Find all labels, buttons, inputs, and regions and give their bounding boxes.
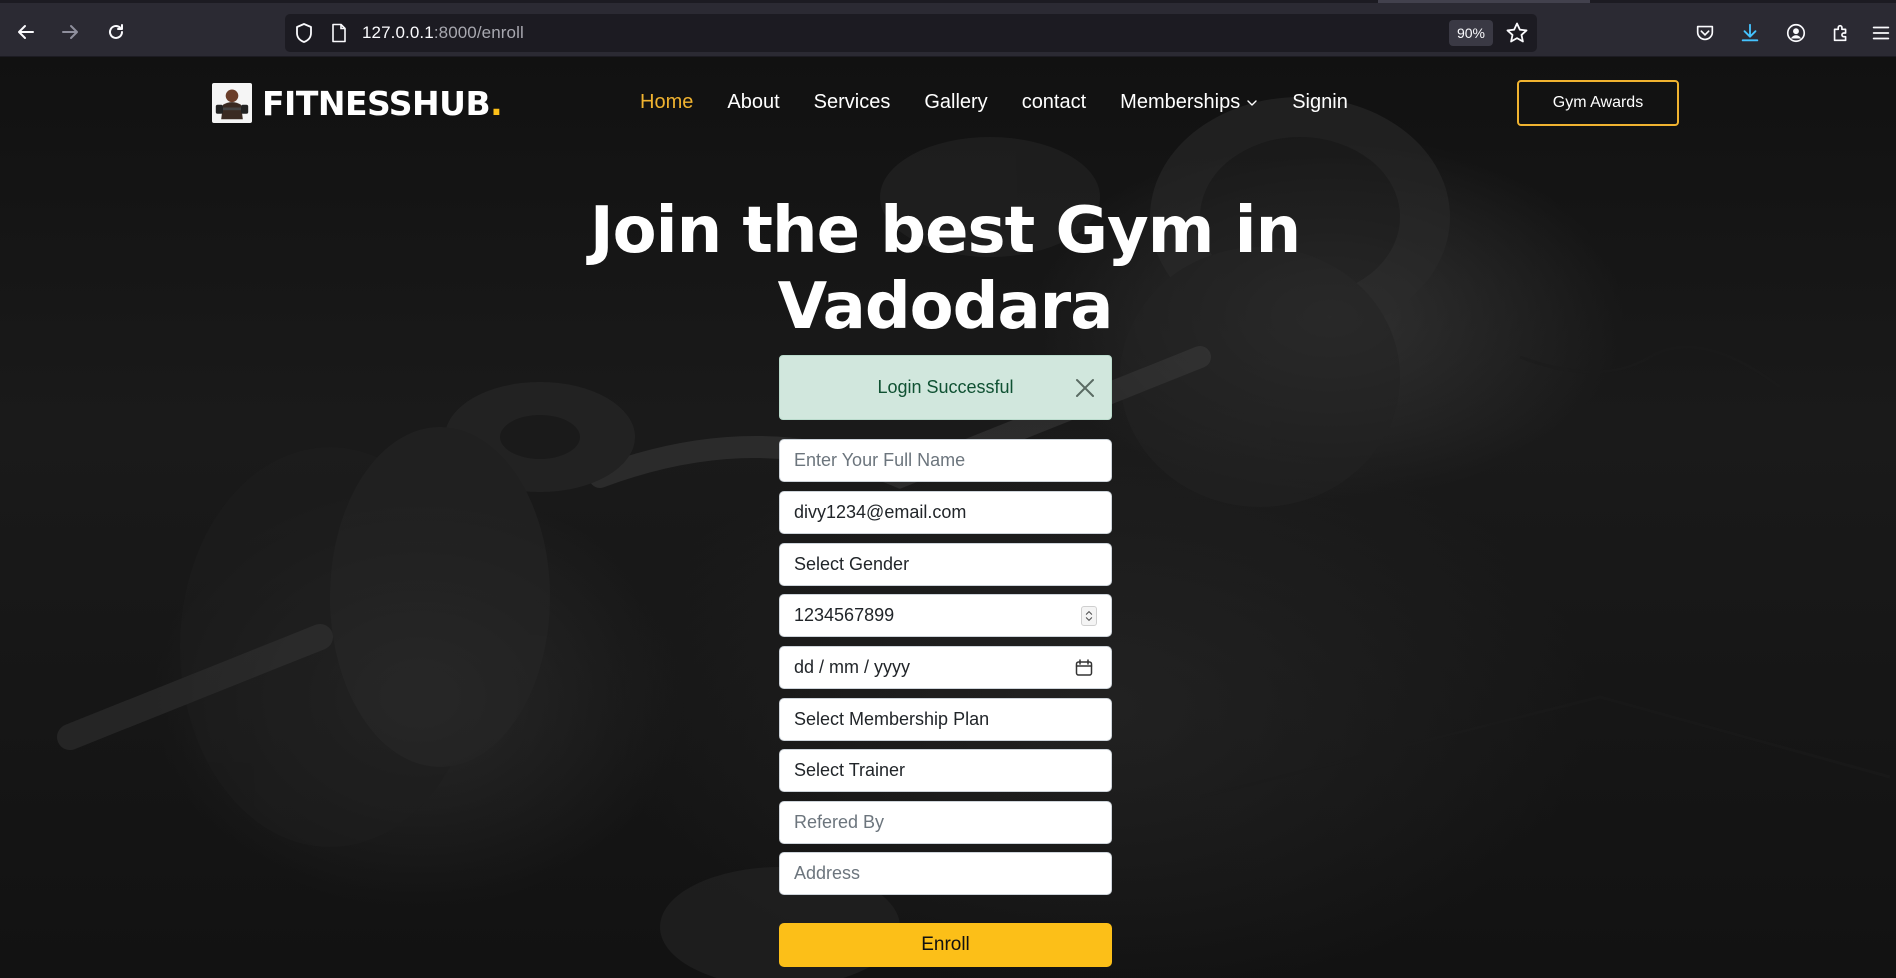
reload-button[interactable]	[100, 16, 132, 48]
downloads-button[interactable]	[1737, 20, 1763, 46]
browser-toolbar: 127.0.0.1:8000/enroll 90%	[0, 0, 1896, 57]
zoom-level-badge[interactable]: 90%	[1449, 20, 1493, 46]
url-host: 127.0.0.1	[362, 23, 434, 42]
phone-value: 1234567899	[794, 605, 895, 625]
arrow-right-icon	[62, 25, 78, 39]
trainer-select[interactable]: Select Trainer	[779, 749, 1112, 792]
download-icon	[1741, 23, 1759, 42]
full-name-input[interactable]: Enter Your Full Name	[779, 439, 1112, 482]
nav-link-about[interactable]: About	[727, 91, 779, 114]
nav-link-contact[interactable]: contact	[1022, 91, 1086, 114]
address-input[interactable]: Address	[779, 852, 1112, 895]
alert-message: Login Successful	[877, 377, 1014, 397]
enroll-button[interactable]: Enroll	[779, 923, 1112, 967]
extensions-icon	[1833, 24, 1847, 42]
forward-button[interactable]	[54, 16, 86, 48]
hamburger-menu-icon	[1872, 26, 1890, 40]
date-of-birth-input[interactable]: dd / mm / yyyy	[779, 646, 1112, 689]
app-menu-button[interactable]	[1868, 20, 1894, 46]
main-navigation: Home About Services Gallery contact Memb…	[640, 91, 1382, 114]
account-icon	[1786, 23, 1806, 43]
pocket-icon	[1696, 25, 1714, 41]
number-stepper-icon[interactable]	[1081, 606, 1097, 626]
account-button[interactable]	[1783, 20, 1809, 46]
gym-mascot-icon	[215, 89, 249, 120]
gym-awards-button[interactable]: Gym Awards	[1517, 80, 1679, 126]
nav-dropdown-memberships[interactable]: Memberships	[1120, 91, 1258, 114]
url-text[interactable]: 127.0.0.1:8000/enroll	[362, 23, 524, 43]
phone-input[interactable]: 1234567899	[779, 594, 1112, 637]
pocket-button[interactable]	[1692, 20, 1718, 46]
logo-name: FITNESSHUB	[262, 83, 491, 123]
hero-title: Join the best Gym in Vadodara	[540, 193, 1350, 345]
gender-select[interactable]: Select Gender	[779, 543, 1112, 586]
nav-link-gallery[interactable]: Gallery	[924, 91, 987, 114]
active-tab-indicator[interactable]	[1378, 0, 1590, 3]
tab-strip	[0, 0, 1896, 3]
email-input[interactable]: divy1234@email.com	[779, 491, 1112, 534]
hero-title-line-1: Join the best Gym in	[589, 194, 1301, 268]
nav-link-services[interactable]: Services	[814, 91, 891, 114]
referred-by-input[interactable]: Refered By	[779, 801, 1112, 844]
logo-text: FITNESSHUB.	[262, 83, 503, 123]
hero-title-line-2: Vadodara	[777, 270, 1114, 344]
logo-dot: .	[490, 83, 503, 123]
nav-dropdown-label: Memberships	[1120, 91, 1241, 113]
nav-link-signin[interactable]: Signin	[1292, 91, 1348, 114]
chevron-down-icon	[1247, 99, 1257, 106]
dob-placeholder: dd / mm / yyyy	[794, 657, 911, 677]
logo-badge	[212, 83, 252, 123]
enroll-page: FITNESSHUB. Home About Services Gallery …	[0, 57, 1896, 978]
page-icon[interactable]	[330, 23, 348, 43]
nav-link-home[interactable]: Home	[640, 91, 693, 114]
extensions-button[interactable]	[1828, 20, 1854, 46]
arrow-left-icon	[18, 25, 34, 39]
close-icon[interactable]	[1075, 378, 1095, 398]
reload-icon	[109, 24, 123, 39]
login-success-alert: Login Successful	[779, 355, 1112, 420]
calendar-icon[interactable]	[1075, 659, 1093, 677]
membership-plan-select[interactable]: Select Membership Plan	[779, 698, 1112, 741]
star-icon[interactable]	[1505, 21, 1529, 45]
url-path: :8000/enroll	[433, 23, 524, 42]
tracking-shield-icon[interactable]	[293, 22, 315, 44]
site-logo[interactable]: FITNESSHUB.	[212, 83, 503, 123]
back-button[interactable]	[10, 16, 42, 48]
